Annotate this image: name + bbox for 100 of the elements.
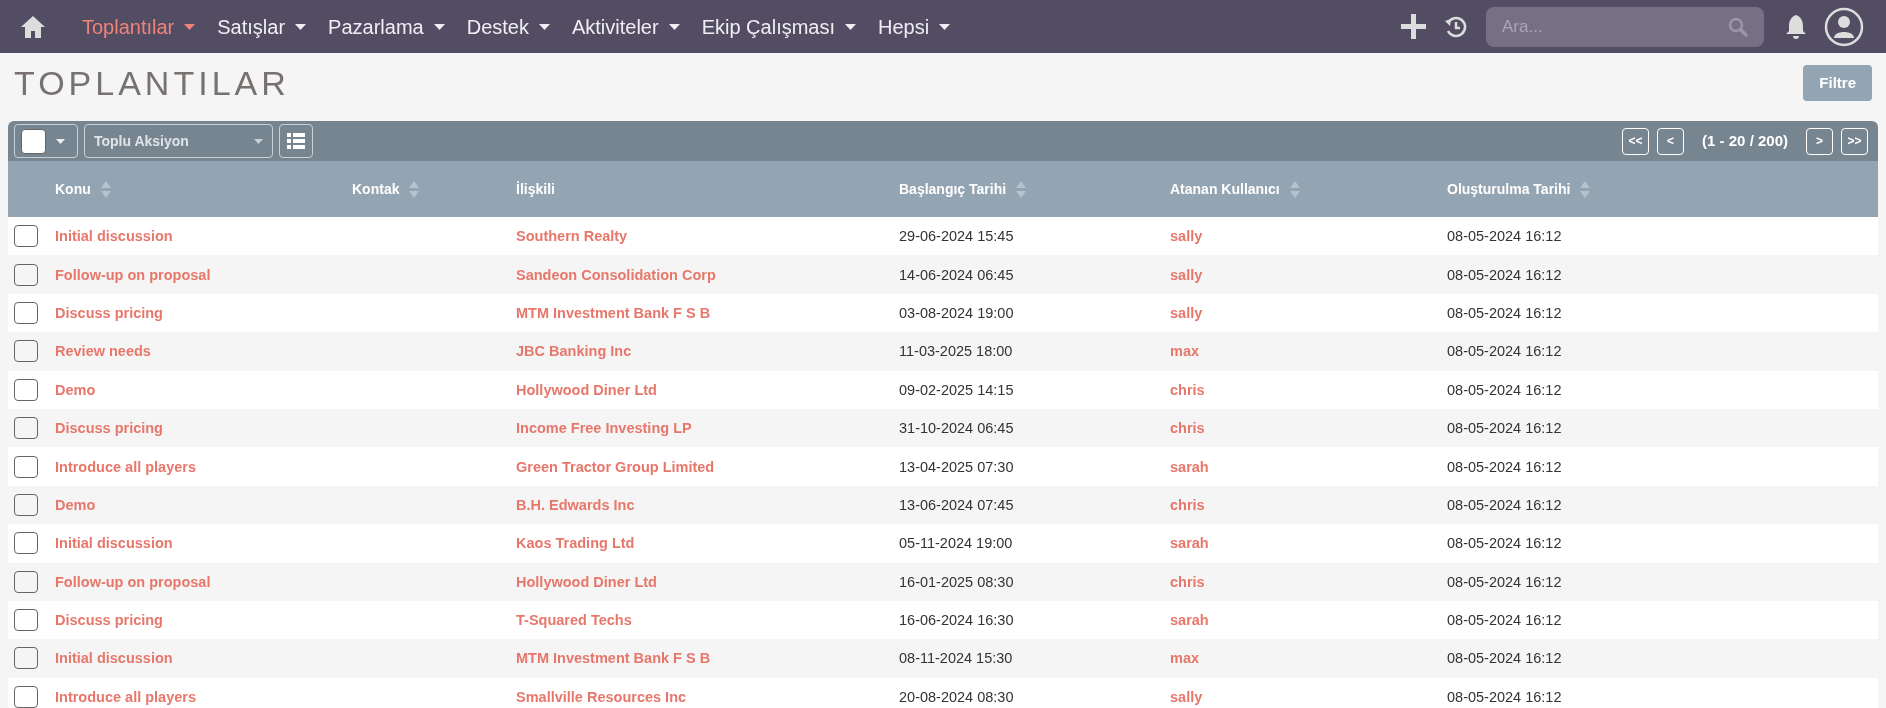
- table-cell: 08-05-2024 16:12: [1447, 573, 1562, 590]
- table-link[interactable]: Kaos Trading Ltd: [516, 535, 635, 552]
- caret-icon: [538, 23, 550, 30]
- table-cell: 31-10-2024 06:45: [899, 420, 1014, 437]
- table-link[interactable]: Income Free Investing LP: [516, 420, 692, 437]
- column-header[interactable]: Başlangıç Tarihi: [899, 178, 1007, 200]
- table-link[interactable]: Southern Realty: [516, 228, 628, 245]
- search-icon: [1728, 16, 1748, 37]
- caret-icon: [939, 23, 951, 30]
- user-avatar-icon[interactable]: [1824, 6, 1864, 47]
- row-checkbox[interactable]: [14, 455, 38, 478]
- history-icon[interactable]: [1444, 14, 1468, 39]
- previous-page-button[interactable]: <: [1657, 127, 1685, 155]
- row-checkbox[interactable]: [14, 225, 38, 248]
- next-page-button[interactable]: >: [1806, 127, 1833, 155]
- row-checkbox[interactable]: [14, 685, 38, 708]
- table-link[interactable]: Green Tractor Group Limited: [516, 458, 715, 475]
- table-link[interactable]: sarah: [1170, 535, 1209, 552]
- nav-menu-item[interactable]: Destek: [466, 11, 550, 42]
- last-page-button[interactable]: >>: [1841, 127, 1868, 155]
- table-link[interactable]: max: [1170, 343, 1200, 360]
- column-header[interactable]: İlişkili: [516, 178, 555, 200]
- table-link[interactable]: max: [1170, 650, 1200, 667]
- table-link[interactable]: chris: [1170, 381, 1205, 398]
- nav-menu-item[interactable]: Hepsi: [878, 11, 951, 42]
- table-link[interactable]: Sandeon Consolidation Corp: [516, 266, 716, 283]
- table-cell: 08-11-2024 15:30: [899, 650, 1013, 667]
- table-link[interactable]: sally: [1170, 228, 1203, 245]
- table-link[interactable]: Hollywood Diner Ltd: [516, 573, 657, 590]
- table-cell: 08-05-2024 16:12: [1447, 266, 1562, 283]
- home-icon[interactable]: [20, 14, 46, 39]
- table-link[interactable]: MTM Investment Bank F S B: [516, 650, 711, 667]
- table-link[interactable]: Discuss pricing: [55, 420, 163, 437]
- table-link[interactable]: chris: [1170, 496, 1205, 513]
- nav-menu-item[interactable]: Toplantılar: [82, 11, 196, 42]
- table-link[interactable]: Demo: [55, 496, 96, 513]
- column-header[interactable]: Konu: [55, 178, 91, 200]
- table-link[interactable]: sarah: [1170, 458, 1209, 475]
- table-cell: 08-05-2024 16:12: [1447, 228, 1562, 245]
- nav-menu-item[interactable]: Pazarlama: [328, 11, 445, 42]
- table-link[interactable]: Discuss pricing: [55, 304, 163, 321]
- plus-icon[interactable]: [1401, 14, 1426, 39]
- filter-button[interactable]: Filtre: [1803, 65, 1872, 101]
- row-checkbox[interactable]: [14, 493, 38, 516]
- caret-icon: [56, 138, 65, 144]
- table-link[interactable]: Hollywood Diner Ltd: [516, 381, 657, 398]
- row-checkbox[interactable]: [14, 570, 38, 593]
- table-link[interactable]: Smallville Resources Inc: [516, 688, 687, 705]
- row-checkbox[interactable]: [14, 263, 38, 286]
- row-checkbox[interactable]: [14, 532, 38, 555]
- caret-icon: [845, 23, 857, 30]
- column-header[interactable]: Atanan Kullanıcı: [1170, 178, 1280, 200]
- column-chooser-button[interactable]: [279, 124, 313, 158]
- table-cell: 16-01-2025 08:30: [899, 573, 1014, 590]
- table-link[interactable]: Introduce all players: [55, 458, 197, 475]
- row-checkbox[interactable]: [14, 647, 38, 670]
- table-link[interactable]: chris: [1170, 573, 1205, 590]
- table-link[interactable]: JBC Banking Inc: [516, 343, 632, 360]
- table-link[interactable]: sally: [1170, 688, 1203, 705]
- table-link[interactable]: Review needs: [55, 343, 151, 360]
- column-header[interactable]: Oluşturulma Tarihi: [1447, 178, 1571, 200]
- column-header[interactable]: Kontak: [352, 178, 400, 200]
- row-checkbox[interactable]: [14, 378, 38, 401]
- table-link[interactable]: Introduce all players: [55, 688, 197, 705]
- table-link[interactable]: chris: [1170, 420, 1205, 437]
- table-cell: 08-05-2024 16:12: [1447, 343, 1562, 360]
- nav-menu-item[interactable]: Ekip Çalışması: [701, 11, 857, 42]
- table-link[interactable]: Initial discussion: [55, 535, 173, 552]
- list-icon: [287, 133, 305, 149]
- bulk-action-dropdown[interactable]: Toplu Aksiyon: [84, 124, 273, 158]
- row-checkbox[interactable]: [14, 301, 38, 324]
- table-link[interactable]: T-Squared Techs: [516, 612, 632, 629]
- row-checkbox[interactable]: [14, 417, 38, 440]
- table-cell: 14-06-2024 06:45: [899, 266, 1014, 283]
- table-link[interactable]: B.H. Edwards Inc: [516, 496, 635, 513]
- table-link[interactable]: Demo: [55, 381, 96, 398]
- checkbox[interactable]: [21, 128, 46, 154]
- table-link[interactable]: Discuss pricing: [55, 612, 163, 629]
- table-cell: 13-04-2025 07:30: [899, 458, 1014, 475]
- table-link[interactable]: Follow-up on proposal: [55, 573, 211, 590]
- table-link[interactable]: Follow-up on proposal: [55, 266, 211, 283]
- nav-menu-item[interactable]: Aktiviteler: [571, 11, 680, 42]
- table-cell: 03-08-2024 19:00: [899, 304, 1014, 321]
- table-link[interactable]: sally: [1170, 266, 1203, 283]
- table-cell: 13-06-2024 07:45: [899, 496, 1014, 513]
- table-cell: 09-02-2025 14:15: [899, 381, 1014, 398]
- select-all-dropdown[interactable]: [14, 124, 78, 158]
- caret-icon: [668, 23, 680, 30]
- table-link[interactable]: Initial discussion: [55, 650, 173, 667]
- table-link[interactable]: MTM Investment Bank F S B: [516, 304, 711, 321]
- nav-menu-item[interactable]: Satışlar: [217, 11, 307, 42]
- table-link[interactable]: Initial discussion: [55, 228, 173, 245]
- table-link[interactable]: sarah: [1170, 612, 1209, 629]
- row-checkbox[interactable]: [14, 609, 38, 632]
- table-cell: 08-05-2024 16:12: [1447, 535, 1562, 552]
- first-page-button[interactable]: <<: [1622, 127, 1650, 155]
- caret-icon: [184, 23, 196, 30]
- row-checkbox[interactable]: [14, 340, 38, 363]
- bell-icon[interactable]: [1784, 13, 1808, 40]
- table-link[interactable]: sally: [1170, 304, 1203, 321]
